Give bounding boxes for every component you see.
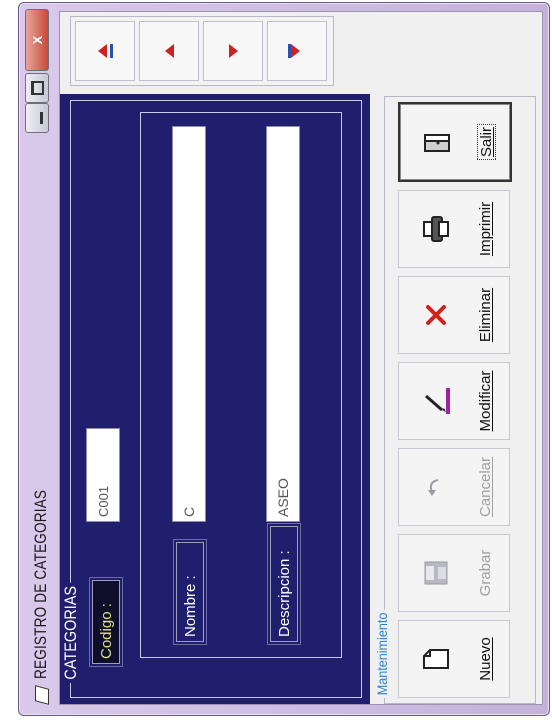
grabar-label: Grabar <box>477 549 494 597</box>
details-groupbox <box>140 112 342 658</box>
eliminar-button[interactable]: Eliminar <box>398 276 510 354</box>
grabar-button[interactable]: Grabar <box>398 534 510 612</box>
window-title: REGISTRO DE CATEGORIAS <box>31 489 50 679</box>
last-icon <box>288 42 306 60</box>
modificar-button[interactable]: Modificar <box>398 362 510 440</box>
printer-icon <box>421 215 451 243</box>
categorias-panel: CATEGORIAS Codigo : C001 Nombre : C Desc… <box>60 94 370 704</box>
nombre-field[interactable]: C <box>172 126 206 522</box>
close-icon: X <box>29 35 45 45</box>
imprimir-button[interactable]: Imprimir <box>398 190 510 268</box>
maximize-icon <box>30 81 44 95</box>
imprimir-label: Imprimir <box>477 201 494 257</box>
modificar-label: Modificar <box>477 370 494 432</box>
categorias-legend: CATEGORIAS <box>61 582 81 683</box>
codigo-label: Codigo : <box>92 580 120 664</box>
delete-x-icon <box>421 304 451 326</box>
minimize-icon <box>39 112 43 124</box>
window: REGISTRO DE CATEGORIAS X CATEGORIAS Codi… <box>18 2 550 716</box>
last-record-button[interactable] <box>267 21 327 81</box>
salir-button[interactable]: Salir <box>398 102 512 182</box>
next-record-button[interactable] <box>203 21 263 81</box>
codigo-field[interactable]: C001 <box>86 428 120 522</box>
client-area: CATEGORIAS Codigo : C001 Nombre : C Desc… <box>59 11 543 705</box>
window-host: REGISTRO DE CATEGORIAS X CATEGORIAS Codi… <box>14 0 552 724</box>
navigation-group <box>70 16 334 86</box>
app-icon <box>35 685 49 705</box>
new-document-icon <box>421 648 451 670</box>
nuevo-label: Nuevo <box>477 637 494 681</box>
undo-icon <box>421 476 451 498</box>
first-record-button[interactable] <box>75 21 135 81</box>
edit-pencil-icon <box>421 386 451 416</box>
nuevo-button[interactable]: Nuevo <box>398 620 510 698</box>
cancelar-label: Cancelar <box>477 456 494 518</box>
next-icon <box>228 44 238 58</box>
title-bar[interactable]: REGISTRO DE CATEGORIAS X <box>19 3 63 715</box>
first-icon <box>96 42 114 60</box>
nombre-label: Nombre : <box>176 542 204 642</box>
mantenimiento-legend: Mantenimiento <box>374 609 390 698</box>
salir-label: Salir <box>477 122 496 162</box>
eliminar-label: Eliminar <box>477 287 494 343</box>
descripcion-label: Descripcion : <box>270 526 298 642</box>
previous-record-button[interactable] <box>139 21 199 81</box>
mantenimiento-group: Mantenimiento Nuevo Grabar Cancelar Modi… <box>374 96 538 704</box>
maximize-button[interactable] <box>25 73 49 103</box>
cancelar-button[interactable]: Cancelar <box>398 448 510 526</box>
save-icon <box>421 561 451 585</box>
previous-icon <box>164 44 174 58</box>
close-button[interactable]: X <box>25 9 49 71</box>
descripcion-field[interactable]: ASEO <box>266 126 300 522</box>
minimize-button[interactable] <box>25 103 49 133</box>
exit-door-icon <box>422 130 452 154</box>
